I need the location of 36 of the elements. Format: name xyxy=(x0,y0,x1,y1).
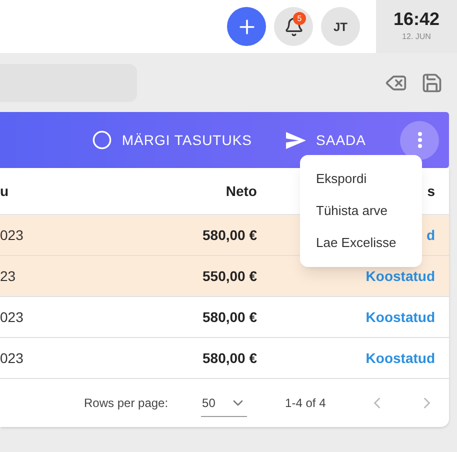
column-header: u xyxy=(0,182,10,200)
status-text: Koostatud xyxy=(366,348,435,368)
clock-time: 16:42 xyxy=(393,10,440,28)
menu-item[interactable]: Lae Excelisse xyxy=(300,227,422,259)
status-text: Koostatud xyxy=(366,266,435,286)
column-header: s xyxy=(427,182,435,200)
table-cell-text: 023 xyxy=(0,226,24,244)
more-icon xyxy=(418,132,422,148)
add-button[interactable] xyxy=(227,7,266,46)
table-cell-text: 550,00 € xyxy=(202,266,257,286)
table-row[interactable]: 023 580,00 € Koostatud xyxy=(0,297,449,338)
table-cell-text: 580,00 € xyxy=(202,226,257,244)
send-icon xyxy=(286,132,306,148)
page-range: 1-4 of 4 xyxy=(285,395,326,412)
status-text: Koostatud xyxy=(366,308,435,326)
table-cell-text: 023 xyxy=(0,308,24,326)
table-cell-text: 580,00 € xyxy=(202,348,257,368)
table-cell-text: 580,00 € xyxy=(202,308,257,326)
circle-icon xyxy=(92,130,112,150)
notification-badge: 5 xyxy=(293,12,306,25)
rows-per-page-select[interactable]: 50 xyxy=(201,389,248,417)
bell-icon xyxy=(284,16,304,36)
send-button[interactable]: SAADA xyxy=(286,130,366,150)
more-button[interactable] xyxy=(400,120,439,160)
column-header: Neto xyxy=(224,182,257,200)
status-text: d xyxy=(426,226,435,244)
table-row[interactable]: 23 550,00 € Koostatud xyxy=(0,256,449,297)
table-row[interactable]: 023 580,00 € Koostatud xyxy=(0,338,449,379)
rows-per-page-label: Rows per page: xyxy=(84,395,168,412)
mark-paid-button[interactable]: MÄRGI TASUTUKS xyxy=(92,130,252,150)
clock-date: 12. JUN xyxy=(402,31,431,43)
table-cell-text: 23 xyxy=(0,266,17,286)
table-cell-text: 023 xyxy=(0,348,24,368)
menu-item[interactable]: Ekspordi xyxy=(300,163,422,195)
user-avatar[interactable]: JT xyxy=(321,7,360,46)
save-icon[interactable] xyxy=(421,72,443,94)
